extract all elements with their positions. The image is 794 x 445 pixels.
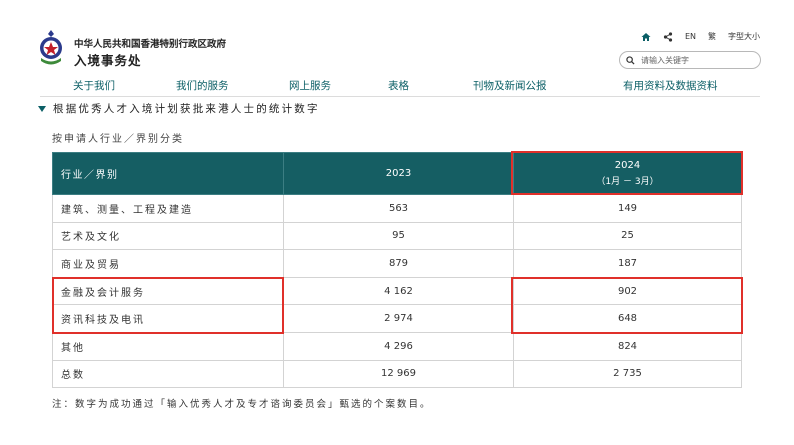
table-row: 金融及会计服务 4 162 902 — [52, 276, 742, 306]
department-name: 入境事务处 — [74, 53, 142, 68]
font-size-link[interactable]: 字型大小 — [728, 31, 760, 42]
row-value-2023: 4 162 — [283, 276, 514, 306]
row-category: 其他 — [52, 331, 284, 361]
footnote: 注：数字为成功通过「输入优秀人才及专才谘询委员会」甄选的个案数目。 — [52, 399, 432, 410]
row-value-2024: 2 735 — [513, 359, 742, 389]
row-value-2024: 149 — [513, 194, 742, 223]
table-row: 商业及贸易 879 187 — [52, 249, 742, 278]
table-row-total: 总数 12 969 2 735 — [52, 359, 742, 389]
home-icon[interactable] — [641, 32, 651, 42]
table-header-row: 行业／界别 2023 2024 （1月 － 3月） — [52, 152, 742, 195]
row-value-2024: 902 — [513, 276, 742, 306]
row-value-2024: 648 — [513, 304, 742, 333]
row-value-2023: 2 974 — [283, 304, 514, 333]
row-value-2023: 12 969 — [283, 359, 514, 389]
table-row: 建筑、测量、工程及建造 563 149 — [52, 194, 742, 223]
nav-item-our-services[interactable]: 我们的服务 — [176, 78, 229, 93]
table-subtitle: 按申请人行业／界别分类 — [52, 134, 184, 145]
row-category: 艺术及文化 — [52, 221, 284, 251]
nav-item-online-services[interactable]: 网上服务 — [289, 78, 331, 93]
site-header: 中华人民共和国香港特别行政区政府 入境事务处 EN 繁 字型大小 — [0, 0, 794, 70]
nav-divider — [40, 96, 760, 97]
header-2024-year: 2024 — [614, 160, 641, 171]
nav-item-useful-info[interactable]: 有用资料及数据资料 — [623, 78, 718, 93]
row-value-2023: 879 — [283, 249, 514, 278]
government-name: 中华人民共和国香港特别行政区政府 — [74, 39, 227, 50]
utility-bar: EN 繁 字型大小 — [641, 31, 760, 42]
table-row: 资讯科技及电讯 2 974 648 — [52, 304, 742, 333]
hk-police-emblem-icon — [40, 30, 62, 65]
header-2024-period: （1月 － 3月） — [596, 177, 659, 187]
row-category: 资讯科技及电讯 — [52, 304, 284, 333]
row-category: 金融及会计服务 — [52, 276, 284, 306]
row-value-2023: 4 296 — [283, 331, 514, 361]
language-traditional-link[interactable]: 繁 — [708, 31, 716, 42]
language-en-link[interactable]: EN — [685, 32, 696, 41]
row-value-2024: 25 — [513, 221, 742, 251]
header-2024: 2024 （1月 － 3月） — [513, 152, 742, 195]
nav-item-forms[interactable]: 表格 — [388, 78, 409, 93]
triangle-down-icon — [38, 105, 46, 112]
section-heading: 根据优秀人才入境计划获批来港人士的统计数字 — [38, 101, 320, 116]
table-row: 其他 4 296 824 — [52, 331, 742, 361]
row-category: 总数 — [52, 359, 284, 389]
header-category: 行业／界别 — [52, 152, 284, 195]
row-category: 商业及贸易 — [52, 249, 284, 278]
main-nav: 关于我们 我们的服务 网上服务 表格 刊物及新闻公报 有用资料及数据资料 — [60, 78, 760, 94]
row-value-2024: 187 — [513, 249, 742, 278]
search-icon[interactable] — [626, 55, 635, 65]
row-value-2024: 824 — [513, 331, 742, 361]
statistics-table: 行业／界别 2023 2024 （1月 － 3月） 建筑、测量、工程及建造 56… — [52, 152, 742, 389]
header-2023: 2023 — [283, 152, 514, 195]
row-value-2023: 95 — [283, 221, 514, 251]
table-row: 艺术及文化 95 25 — [52, 221, 742, 251]
share-icon[interactable] — [663, 31, 673, 42]
search-box — [619, 51, 761, 69]
page-title: 根据优秀人才入境计划获批来港人士的统计数字 — [53, 103, 320, 115]
row-category: 建筑、测量、工程及建造 — [52, 194, 284, 223]
search-input[interactable] — [639, 54, 751, 66]
row-value-2023: 563 — [283, 194, 514, 223]
nav-item-publications-press[interactable]: 刊物及新闻公报 — [473, 78, 547, 93]
nav-item-about-us[interactable]: 关于我们 — [73, 78, 115, 93]
